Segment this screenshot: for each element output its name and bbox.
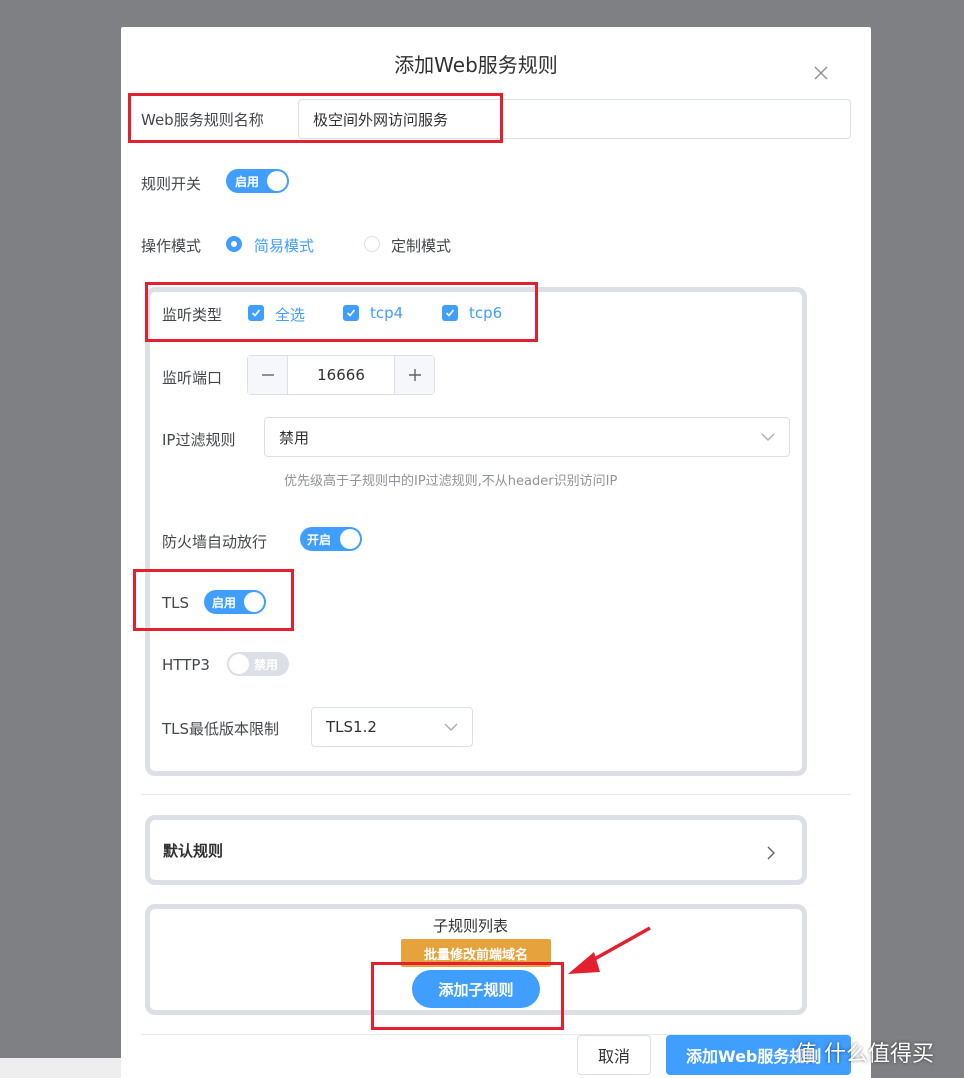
annotation-box-listen-type [145, 282, 538, 342]
switch-knob [340, 529, 360, 549]
mode-simple-radio[interactable] [226, 236, 242, 252]
mode-label: 操作模式 [141, 237, 202, 255]
ip-filter-hint: 优先级高于子规则中的IP过滤规则,不从header识别访问IP [284, 474, 618, 489]
ip-filter-select[interactable]: 禁用 [264, 417, 790, 457]
close-icon[interactable] [811, 63, 831, 83]
default-rule-card[interactable]: 默认规则 [145, 815, 807, 885]
chevron-right-icon [767, 846, 775, 860]
mode-custom-text[interactable]: 定制模式 [391, 235, 451, 256]
listen-port-stepper: 16666 [247, 355, 435, 395]
annotation-box-add-sub-rule [371, 962, 564, 1030]
plus-icon [408, 369, 421, 381]
rule-switch-label: 规则开关 [141, 175, 202, 193]
dialog-title: 添加Web服务规则 [394, 53, 558, 77]
chevron-down-icon [444, 723, 458, 731]
ip-filter-value: 禁用 [279, 428, 310, 447]
rule-switch-text: 启用 [235, 174, 260, 189]
add-web-rule-dialog: 添加Web服务规则 Web服务规则名称 极空间外网访问服务 规则开关 启用 操作… [121, 27, 871, 1078]
http3-label: HTTP3 [162, 656, 210, 674]
annotation-box-tls [133, 569, 294, 631]
http3-switch-toggle[interactable]: 禁用 [227, 652, 289, 676]
sub-rules-title: 子规则列表 [433, 917, 509, 935]
backdrop-strip [0, 1058, 121, 1078]
cancel-button[interactable]: 取消 [577, 1035, 651, 1075]
http3-switch-text: 禁用 [254, 657, 279, 672]
annotation-box-rule-name [128, 93, 503, 143]
switch-knob [229, 654, 249, 674]
watermark-text: 值 什么值得买 [795, 1042, 934, 1067]
annotation-arrow-icon [568, 926, 651, 974]
mode-custom-radio[interactable] [364, 236, 380, 252]
default-rule-label: 默认规则 [163, 841, 224, 860]
mode-simple-text[interactable]: 简易模式 [254, 235, 314, 256]
tls-min-value: TLS1.2 [326, 718, 377, 736]
ip-filter-label: IP过滤规则 [162, 431, 236, 449]
tls-min-select[interactable]: TLS1.2 [311, 707, 473, 747]
firewall-switch-toggle[interactable]: 开启 [300, 527, 362, 551]
firewall-switch-text: 开启 [307, 532, 332, 547]
port-value[interactable]: 16666 [288, 356, 394, 394]
switch-knob [267, 171, 287, 191]
listen-port-label: 监听端口 [162, 369, 223, 387]
port-increase-button[interactable] [394, 356, 434, 394]
minus-icon [261, 374, 274, 376]
tls-min-label: TLS最低版本限制 [162, 720, 280, 738]
section-divider [141, 794, 851, 795]
firewall-label: 防火墙自动放行 [162, 533, 268, 551]
chevron-down-icon [761, 433, 775, 441]
rule-switch-toggle[interactable]: 启用 [226, 169, 289, 193]
port-decrease-button[interactable] [248, 356, 288, 394]
